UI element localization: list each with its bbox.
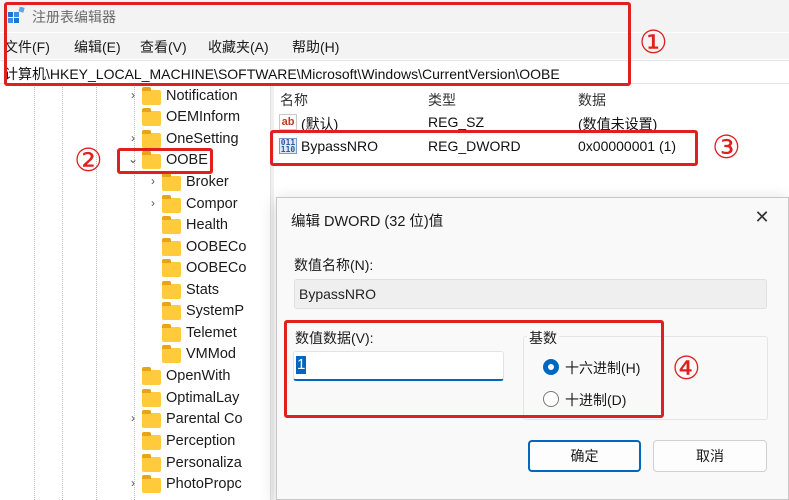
dialog-title: 编辑 DWORD (32 位)值 xyxy=(291,214,444,230)
folder-icon xyxy=(142,108,161,126)
tree-guide-line xyxy=(62,85,63,500)
column-header-name[interactable]: 名称 xyxy=(280,90,308,110)
tree-item-label: Perception xyxy=(166,433,236,449)
folder-icon xyxy=(162,324,181,342)
ok-button[interactable]: 确定 xyxy=(528,440,641,472)
annotation-box-3 xyxy=(270,130,698,166)
tree-item-label: Notification xyxy=(166,88,238,104)
tree-item-label: Health xyxy=(186,217,228,233)
tree-item-label: VMMod xyxy=(186,346,236,362)
close-icon[interactable]: ✕ xyxy=(751,206,773,228)
chevron-right-icon[interactable]: › xyxy=(126,131,140,145)
tree-item-label: OOBECo xyxy=(186,260,247,276)
tree-item-label: OptimalLay xyxy=(166,390,240,406)
folder-icon xyxy=(142,130,161,148)
tree-item-label: PhotoPropc xyxy=(166,476,242,492)
folder-icon xyxy=(162,345,181,363)
folder-icon xyxy=(162,281,181,299)
folder-icon xyxy=(162,259,181,277)
tree-item-label: SystemP xyxy=(186,303,245,319)
folder-icon xyxy=(142,367,161,385)
annotation-box-1 xyxy=(4,2,631,86)
cancel-button[interactable]: 取消 xyxy=(653,440,767,472)
chevron-right-icon[interactable]: › xyxy=(126,411,140,425)
tree-item-label: Stats xyxy=(186,282,220,298)
folder-icon xyxy=(142,475,161,493)
value-name-field: BypassNRO xyxy=(294,279,767,309)
annotation-number-2: ② xyxy=(74,142,103,178)
column-header-type[interactable]: 类型 xyxy=(428,90,456,110)
folder-icon xyxy=(142,454,161,472)
column-header-data[interactable]: 数据 xyxy=(578,90,606,110)
tree-item-label: OEMInform xyxy=(166,109,241,125)
chevron-right-icon[interactable]: › xyxy=(146,196,160,210)
folder-icon xyxy=(162,195,181,213)
folder-icon xyxy=(162,173,181,191)
value-name-label: 数值名称(N): xyxy=(294,257,374,273)
tree-guide-line xyxy=(34,85,35,500)
tree-item-label: Broker xyxy=(186,174,229,190)
folder-icon xyxy=(142,432,161,450)
folder-icon xyxy=(142,410,161,428)
folder-icon xyxy=(142,389,161,407)
tree-item-label: OOBECo xyxy=(186,239,247,255)
annotation-box-2 xyxy=(117,148,213,174)
folder-icon xyxy=(162,216,181,234)
value-name-text: BypassNRO xyxy=(299,286,377,302)
tree-item-label: Parental Co xyxy=(166,411,243,427)
tree-item-label: Compor xyxy=(186,196,238,212)
string-value-icon: ab xyxy=(279,114,297,130)
tree-item-label: Personaliza xyxy=(166,455,242,471)
tree-item-label: OpenWith xyxy=(166,368,231,384)
folder-icon xyxy=(142,87,161,105)
folder-icon xyxy=(162,302,181,320)
annotation-box-4 xyxy=(284,320,664,418)
folder-icon xyxy=(162,238,181,256)
tree-item-label: OneSetting xyxy=(166,131,239,147)
chevron-right-icon[interactable]: › xyxy=(126,88,140,102)
tree-item-label: Telemet xyxy=(186,325,237,341)
annotation-number-1: ① xyxy=(639,24,668,60)
chevron-right-icon[interactable]: › xyxy=(146,174,160,188)
annotation-number-3: ③ xyxy=(712,129,741,165)
annotation-number-4: ④ xyxy=(672,350,701,386)
chevron-right-icon[interactable]: › xyxy=(126,476,140,490)
value-type: REG_SZ xyxy=(428,114,485,130)
